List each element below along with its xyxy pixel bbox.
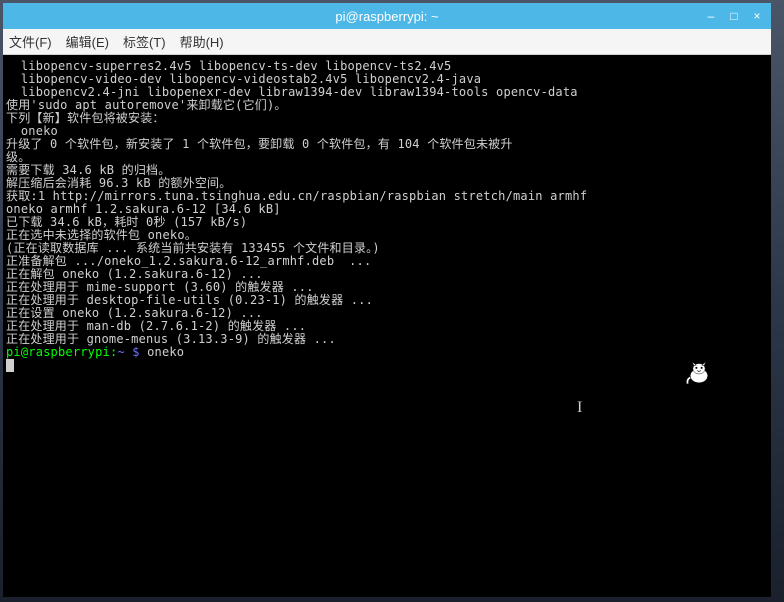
oneko-cat-icon [683, 358, 715, 390]
menu-help[interactable]: 帮助(H) [180, 32, 224, 51]
prompt-path: ~ [117, 345, 124, 359]
terminal-line: 下列【新】软件包将被安装： [6, 112, 768, 125]
prompt-command: oneko [147, 345, 184, 359]
ibeam-cursor-icon: I [577, 401, 583, 414]
menubar: 文件(F) 编辑(E) 标签(T) 帮助(H) [3, 29, 771, 55]
prompt-dollar: $ [125, 345, 147, 359]
terminal-area[interactable]: libopencv-superres2.4v5 libopencv-ts-dev… [3, 55, 771, 597]
close-button[interactable]: × [747, 8, 767, 24]
prompt-line: pi@raspberrypi:~ $ oneko [6, 346, 768, 359]
terminal-line: 升级了 0 个软件包，新安装了 1 个软件包，要卸载 0 个软件包，有 104 … [6, 138, 768, 151]
menu-tabs[interactable]: 标签(T) [123, 32, 166, 51]
window-controls: – □ × [701, 8, 767, 24]
terminal-window: pi@raspberrypi: ~ – □ × 文件(F) 编辑(E) 标签(T… [3, 3, 771, 597]
terminal-cursor [6, 359, 14, 372]
window-title: pi@raspberrypi: ~ [335, 9, 438, 24]
menu-file[interactable]: 文件(F) [9, 32, 52, 51]
minimize-button[interactable]: – [701, 8, 721, 24]
titlebar[interactable]: pi@raspberrypi: ~ – □ × [3, 3, 771, 29]
cursor-line [6, 359, 768, 372]
maximize-button[interactable]: □ [724, 8, 744, 24]
prompt-user-host: pi@raspberrypi [6, 345, 110, 359]
menu-edit[interactable]: 编辑(E) [66, 32, 109, 51]
cat-svg-icon [685, 360, 713, 388]
